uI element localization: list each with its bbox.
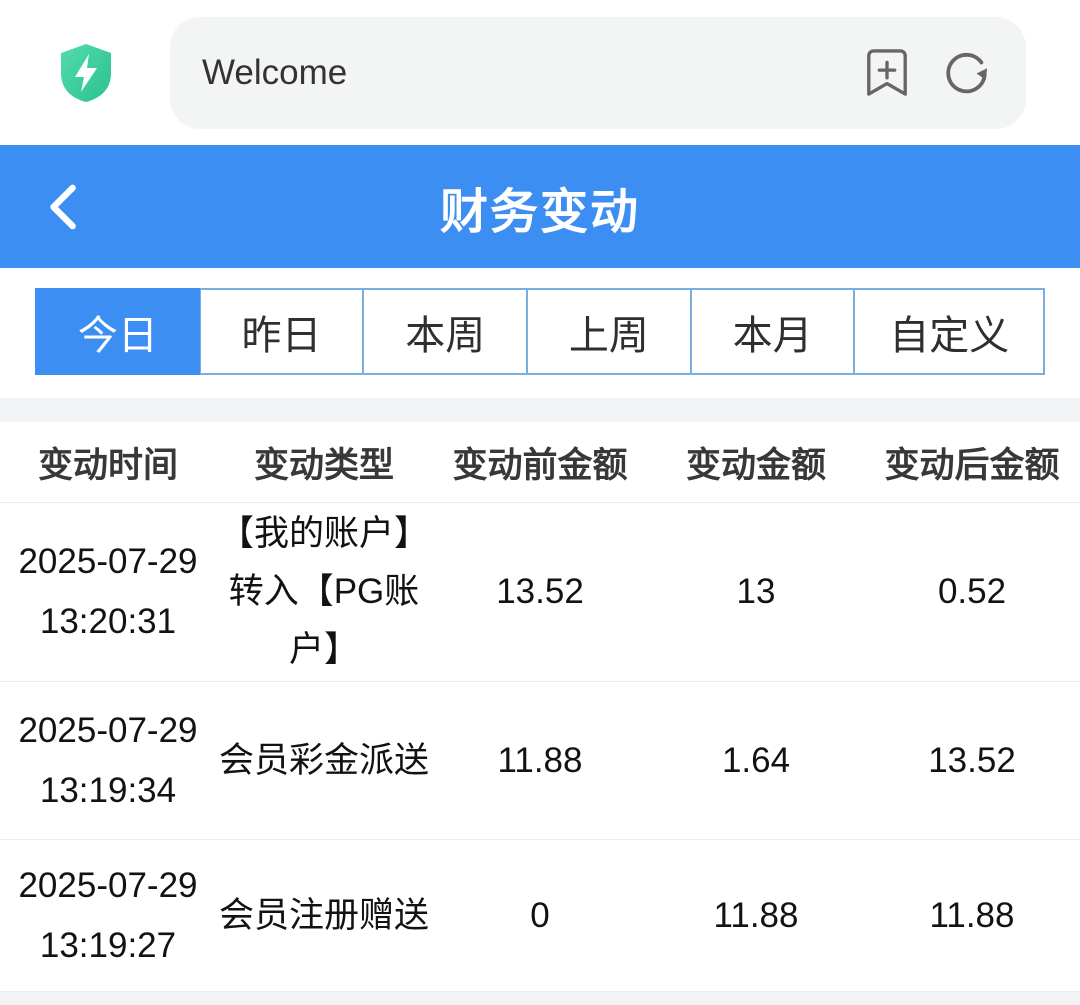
bookmark-add-button[interactable]	[862, 46, 912, 100]
refresh-icon	[940, 48, 990, 98]
bottom-strip	[0, 992, 1080, 1005]
cell-clock: 13:20:31	[40, 592, 176, 652]
cell-clock: 13:19:34	[40, 761, 176, 821]
table-header-row: 变动时间 变动类型 变动前金额 变动金额 变动后金额	[0, 422, 1080, 503]
col-change-type: 变动类型	[216, 437, 432, 488]
tab-yesterday[interactable]: 昨日	[200, 288, 364, 375]
cell-amount-before: 11.88	[432, 682, 648, 839]
cell-amount-change: 11.88	[648, 840, 864, 991]
cell-amount-after: 0.52	[864, 503, 1080, 681]
browser-top-bar: Welcome	[0, 0, 1080, 145]
section-divider-strip	[0, 398, 1080, 422]
cell-amount-after: 13.52	[864, 682, 1080, 839]
refresh-button[interactable]	[940, 46, 990, 100]
address-bar[interactable]: Welcome	[170, 17, 1026, 129]
cell-amount-change: 13	[648, 503, 864, 681]
cell-change-type: 会员彩金派送	[216, 682, 432, 839]
cell-date: 2025-07-29	[18, 532, 197, 592]
cell-change-time: 2025-07-29 13:19:34	[0, 682, 216, 839]
cell-date: 2025-07-29	[18, 701, 197, 761]
bookmark-add-icon	[864, 47, 910, 99]
date-filter-tabs: 今日 昨日 本周 上周 本月 自定义	[35, 288, 1045, 375]
cell-amount-before: 13.52	[432, 503, 648, 681]
col-amount-after: 变动后金额	[864, 437, 1080, 488]
table-row: 2025-07-29 13:20:31 【我的账户】转入【PG账户】 13.52…	[0, 503, 1080, 682]
col-amount-change: 变动金额	[648, 437, 864, 488]
address-bar-text[interactable]: Welcome	[202, 53, 834, 93]
tab-this-week[interactable]: 本周	[363, 288, 527, 375]
cell-change-time: 2025-07-29 13:20:31	[0, 503, 216, 681]
tab-today[interactable]: 今日	[35, 288, 200, 375]
cell-amount-after: 11.88	[864, 840, 1080, 991]
tab-this-month[interactable]: 本月	[691, 288, 855, 375]
table-row: 2025-07-29 13:19:34 会员彩金派送 11.88 1.64 13…	[0, 682, 1080, 840]
cell-amount-change: 1.64	[648, 682, 864, 839]
cell-change-time: 2025-07-29 13:19:27	[0, 840, 216, 991]
page-header: 财务变动	[0, 145, 1080, 268]
col-amount-before: 变动前金额	[432, 437, 648, 488]
cell-clock: 13:19:27	[40, 916, 176, 976]
tab-last-week[interactable]: 上周	[527, 288, 691, 375]
tab-custom[interactable]: 自定义	[854, 288, 1045, 375]
shield-lightning-icon[interactable]	[58, 42, 114, 104]
cell-change-type: 【我的账户】转入【PG账户】	[216, 503, 432, 681]
cell-date: 2025-07-29	[18, 856, 197, 916]
page-title: 财务变动	[0, 172, 1080, 242]
table-row: 2025-07-29 13:19:27 会员注册赠送 0 11.88 11.88	[0, 840, 1080, 992]
cell-amount-before: 0	[432, 840, 648, 991]
cell-change-type: 会员注册赠送	[216, 840, 432, 991]
col-change-time: 变动时间	[0, 437, 216, 488]
